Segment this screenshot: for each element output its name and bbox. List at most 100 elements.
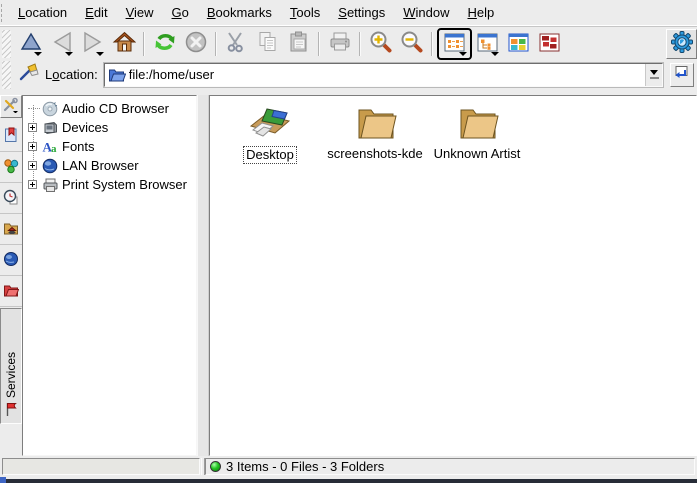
history-clock-icon [3, 189, 19, 208]
folder-icon [322, 102, 428, 142]
sidebar-tab-home-folder[interactable] [0, 215, 22, 245]
menu-help[interactable]: Help [459, 1, 504, 25]
tree-expander-icon[interactable] [28, 142, 37, 151]
file-item-screenshots-kde[interactable]: screenshots-kde [322, 102, 428, 162]
forward-button[interactable] [77, 29, 108, 59]
configure-sidebar-button[interactable] [0, 95, 22, 118]
chevron-down-icon [96, 52, 104, 56]
icon-view-button[interactable] [437, 28, 472, 60]
status-text: 3 Items - 0 Files - 3 Folders [226, 459, 384, 474]
window-bottom-border [0, 477, 697, 483]
home-button[interactable] [108, 29, 139, 59]
folder-icon [424, 102, 530, 142]
svg-text:a: a [51, 143, 57, 155]
paste-button[interactable] [283, 29, 314, 59]
sidebar-tab-services-active[interactable]: Services [0, 308, 22, 424]
menu-bookmarks[interactable]: Bookmarks [198, 1, 281, 25]
tree-item-fonts[interactable]: Aa Fonts [23, 137, 196, 156]
menubar: Location Edit View Go Bookmarks Tools Se… [0, 0, 697, 26]
menu-settings[interactable]: Settings [329, 1, 394, 25]
network-globe-icon [3, 251, 19, 270]
zoom-out-button[interactable] [396, 29, 427, 59]
tree-expander-icon[interactable] [28, 161, 37, 170]
toolbar-separator [215, 32, 217, 56]
print-icon [328, 30, 352, 57]
statusbar-progress-area [2, 458, 200, 475]
statusbar: 3 Items - 0 Files - 3 Folders [0, 456, 697, 477]
go-enter-icon [673, 64, 691, 85]
cut-button[interactable] [221, 29, 252, 59]
home-folder-icon [3, 220, 19, 239]
tree-expander-icon[interactable] [28, 180, 37, 189]
location-input[interactable] [129, 65, 645, 85]
file-item-label: Unknown Artist [432, 146, 523, 162]
statusbar-info-area: 3 Items - 0 Files - 3 Folders [205, 458, 695, 475]
copy-icon [256, 30, 280, 57]
chevron-down-icon [491, 52, 499, 56]
panel-splitter[interactable] [197, 95, 209, 456]
content-area: Services Audio CD Browser Devices Aa Fon… [0, 95, 697, 456]
menubar-handle[interactable] [1, 4, 6, 22]
menu-go[interactable]: Go [163, 1, 198, 25]
file-view: Desktop screenshots-kde Unknown Artist [209, 95, 697, 456]
file-item-unknown-artist[interactable]: Unknown Artist [424, 102, 530, 162]
toolbar-separator [143, 32, 145, 56]
desktop-folder-icon [217, 102, 323, 142]
back-button[interactable] [46, 29, 77, 59]
menu-location[interactable]: Location [9, 1, 76, 25]
menu-view[interactable]: View [117, 1, 163, 25]
up-button[interactable] [15, 29, 46, 59]
sidebar-tab-network[interactable] [0, 246, 22, 276]
reload-button[interactable] [149, 29, 180, 59]
location-toolbar-handle[interactable] [2, 61, 11, 89]
sidebar-tab-root-folder[interactable] [0, 277, 22, 307]
cut-scissors-icon [225, 30, 249, 57]
zoom-in-icon [369, 30, 393, 57]
tree-view-button[interactable] [472, 29, 503, 59]
copy-button[interactable] [252, 29, 283, 59]
devices-icon [42, 120, 59, 136]
toolbar-separator [431, 32, 433, 56]
zoom-in-button[interactable] [365, 29, 396, 59]
menu-tools[interactable]: Tools [281, 1, 329, 25]
tree-expander-icon[interactable] [28, 123, 37, 132]
print-button[interactable] [324, 29, 355, 59]
chevron-down-icon [34, 52, 42, 56]
toolbar-separator [359, 32, 361, 56]
home-icon [112, 30, 136, 57]
location-toolbar: Location: [0, 60, 697, 89]
stop-button[interactable] [180, 29, 211, 59]
location-label: Location: [45, 67, 98, 82]
multicolumn-view-button[interactable] [503, 29, 534, 59]
sidebar-tab-history[interactable] [0, 184, 22, 214]
menu-window[interactable]: Window [394, 1, 458, 25]
tree-item-devices[interactable]: Devices [23, 118, 196, 137]
toolbar-separator [318, 32, 320, 56]
tree-item-audio-cd-browser[interactable]: Audio CD Browser [23, 99, 196, 118]
chevron-down-icon [459, 52, 467, 56]
shapes-balls-icon [3, 158, 19, 177]
open-blue-folder-icon [108, 67, 126, 83]
sidebar-tab-bookmarks[interactable] [0, 122, 22, 152]
go-button[interactable] [670, 63, 694, 87]
toolbar-handle[interactable] [2, 30, 11, 58]
multicolumn-view-icon [507, 31, 530, 57]
zoom-out-icon [400, 30, 424, 57]
reload-icon [153, 30, 177, 57]
sidebar-tab-services-shapes[interactable] [0, 153, 22, 183]
file-item-label: screenshots-kde [325, 146, 424, 162]
printer-icon [42, 177, 59, 193]
clear-location-button[interactable] [15, 61, 43, 89]
detailed-list-view-button[interactable] [534, 29, 565, 59]
konqueror-gear-icon [670, 30, 694, 57]
file-item-desktop[interactable]: Desktop [217, 102, 323, 164]
globe-icon [42, 158, 59, 174]
services-flag-icon [3, 401, 19, 420]
window-corner-accent [0, 477, 6, 483]
menu-edit[interactable]: Edit [76, 1, 116, 25]
detailed-list-view-icon [538, 31, 561, 57]
location-dropdown-button[interactable] [645, 64, 662, 86]
tree-item-print-system-browser[interactable]: Print System Browser [23, 175, 196, 194]
tree-item-lan-browser[interactable]: LAN Browser [23, 156, 196, 175]
konqueror-logo-button[interactable] [666, 29, 697, 59]
